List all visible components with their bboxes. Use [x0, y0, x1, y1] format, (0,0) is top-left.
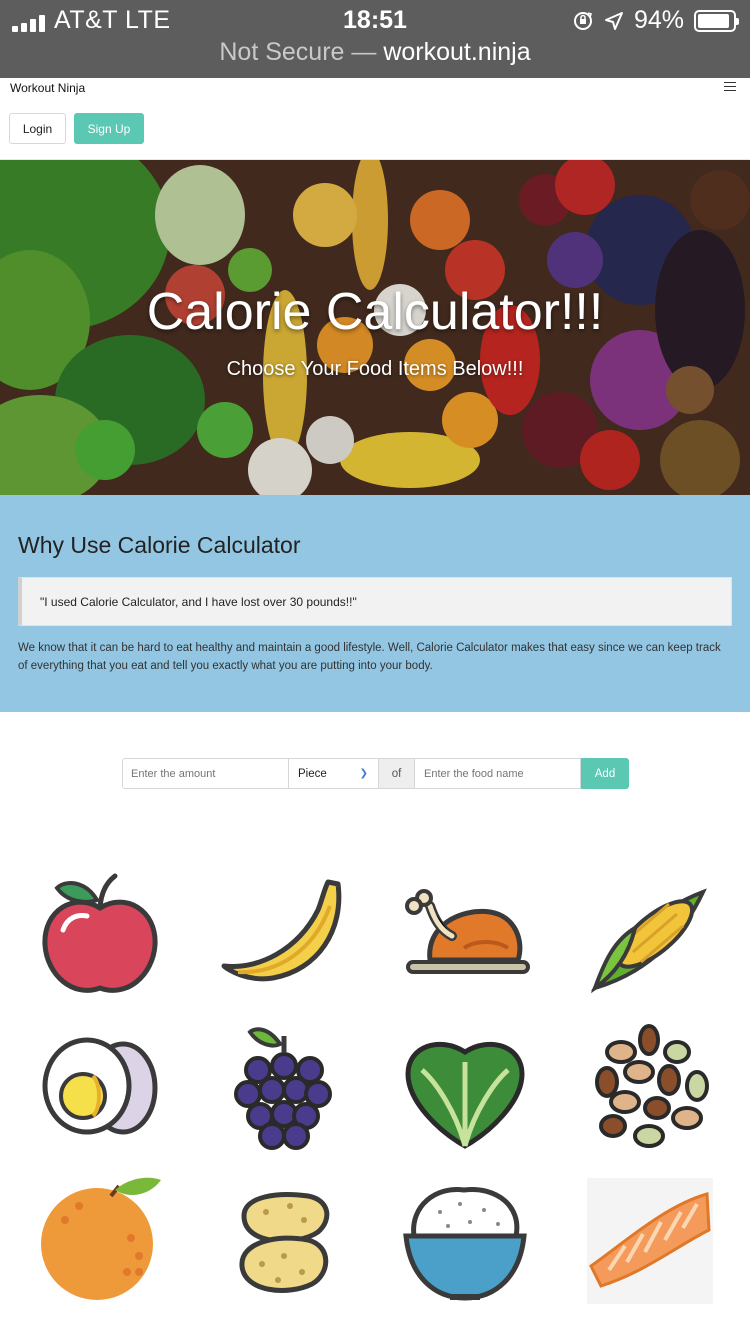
spinach-icon[interactable]	[400, 1022, 530, 1152]
amount-input[interactable]	[122, 758, 289, 789]
banana-icon[interactable]	[218, 870, 348, 1000]
salmon-icon[interactable]	[585, 1176, 715, 1306]
address-bar[interactable]: Not Secure — workout.ninja	[0, 38, 750, 67]
potato-icon[interactable]	[218, 1176, 348, 1306]
location-icon	[604, 11, 623, 30]
menu-icon[interactable]	[724, 82, 736, 91]
food-name-input[interactable]	[414, 758, 581, 789]
unit-select-value: Piece	[298, 767, 327, 780]
grapes-icon[interactable]	[218, 1022, 348, 1152]
add-food-form: Piece ❯ of Add	[122, 758, 629, 789]
hero-banner: Calorie Calculator!!! Choose Your Food I…	[0, 160, 750, 495]
site-navbar: Workout Ninja Login Sign Up	[0, 78, 750, 160]
corn-icon[interactable]	[585, 870, 715, 1000]
nuts-icon[interactable]	[585, 1022, 715, 1152]
testimonial-quote: "I used Calorie Calculator, and I have l…	[18, 577, 732, 626]
hero-subtitle: Choose Your Food Items Below!!!	[226, 358, 524, 380]
orientation-lock-icon	[573, 11, 592, 30]
battery-percent: 94%	[633, 6, 684, 34]
egg-icon[interactable]	[35, 1022, 165, 1152]
unit-select[interactable]: Piece ❯	[289, 758, 379, 789]
orange-icon[interactable]	[35, 1176, 165, 1306]
hero-title: Calorie Calculator!!!	[146, 283, 604, 341]
login-button[interactable]: Login	[9, 113, 66, 144]
chevron-down-icon: ❯	[359, 768, 368, 779]
why-heading: Why Use Calorie Calculator	[18, 532, 301, 558]
of-label: of	[379, 758, 414, 789]
signup-button[interactable]: Sign Up	[74, 113, 144, 144]
rice-icon[interactable]	[400, 1176, 530, 1306]
ios-status-bar: AT&T LTE 18:51 94% Not Secure — workout.…	[0, 0, 750, 78]
why-section: Why Use Calorie Calculator "I used Calor…	[0, 495, 750, 712]
why-description: We know that it can be hard to eat healt…	[18, 642, 721, 672]
security-label: Not Secure —	[219, 38, 377, 66]
chicken-icon[interactable]	[400, 870, 530, 1000]
domain-label: workout.ninja	[383, 38, 531, 66]
battery-icon	[694, 9, 739, 32]
apple-icon[interactable]	[35, 870, 165, 1000]
add-button[interactable]: Add	[581, 758, 629, 789]
brand-link[interactable]: Workout Ninja	[10, 81, 85, 95]
